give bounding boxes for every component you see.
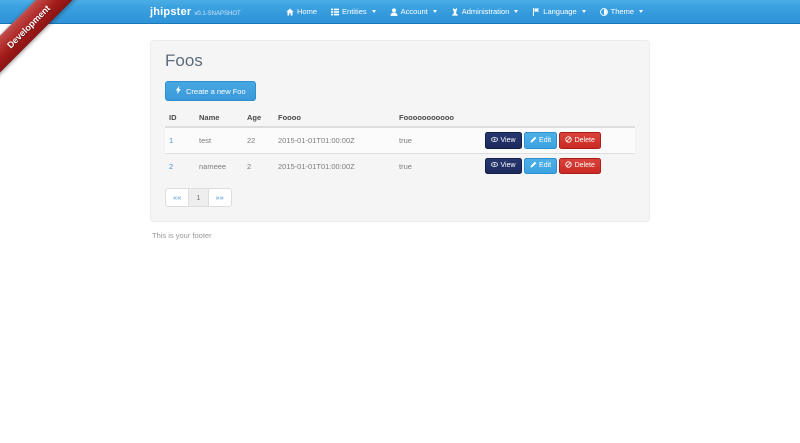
foo-id-link[interactable]: 2 (169, 162, 173, 171)
main-nav: Home Entities Account Adminis (279, 0, 650, 23)
brand-link[interactable]: jhipster v0.1-SNAPSHOT (150, 6, 241, 18)
ban-icon (565, 136, 572, 146)
nav-item-account[interactable]: Account (383, 0, 444, 23)
foos-panel: Foos Create a new Foo ID Name Age Foooo … (150, 40, 650, 222)
header-name: Name (195, 110, 243, 127)
flag-icon (532, 8, 540, 16)
nav-item-label: Administration (462, 7, 510, 16)
view-button[interactable]: View (485, 158, 522, 175)
cell-foooo: 2015-01-01T01:00:00Z (274, 127, 395, 153)
delete-button[interactable]: Delete (559, 132, 601, 149)
brand-version: v0.1-SNAPSHOT (194, 11, 240, 17)
foo-id-link[interactable]: 1 (169, 136, 173, 145)
edit-label: Edit (539, 137, 551, 145)
delete-button[interactable]: Delete (559, 158, 601, 175)
table-row: 2 nameee 2 2015-01-01T01:00:00Z true Vie… (165, 153, 635, 178)
caret-down-icon (514, 10, 518, 13)
delete-label: Delete (575, 162, 595, 170)
caret-down-icon (639, 10, 643, 13)
user-icon (390, 8, 398, 16)
nav-item-theme[interactable]: Theme (593, 0, 650, 23)
view-label: View (501, 162, 516, 170)
header-id: ID (165, 110, 195, 127)
nav-item-label: Account (401, 7, 428, 16)
header-foooo: Foooo (274, 110, 395, 127)
main-container: Foos Create a new Foo ID Name Age Foooo … (150, 40, 650, 240)
nav-item-administration[interactable]: Administration (444, 0, 526, 23)
flash-icon (175, 86, 182, 96)
tower-icon (451, 8, 459, 16)
cell-age: 22 (243, 127, 274, 153)
cell-age: 2 (243, 153, 274, 178)
header-actions (481, 110, 635, 127)
pagination: «« 1 »» (165, 188, 232, 207)
edit-button[interactable]: Edit (524, 132, 558, 149)
edit-button[interactable]: Edit (524, 158, 558, 175)
nav-item-label: Home (297, 7, 317, 16)
foos-table: ID Name Age Foooo Fooooooooooo 1 test 22… (165, 110, 635, 178)
cell-name: test (195, 127, 243, 153)
eye-icon (491, 161, 498, 171)
adjust-icon (600, 8, 608, 16)
navbar-container: jhipster v0.1-SNAPSHOT Home Entities (150, 0, 650, 23)
pagination-page-1[interactable]: 1 (188, 188, 208, 207)
caret-down-icon (433, 10, 437, 13)
nav-item-home[interactable]: Home (279, 0, 324, 23)
table-row: 1 test 22 2015-01-01T01:00:00Z true View… (165, 127, 635, 153)
pagination-first-button[interactable]: «« (165, 188, 189, 207)
caret-down-icon (582, 10, 586, 13)
create-foo-button[interactable]: Create a new Foo (165, 81, 256, 101)
nav-item-label: Language (543, 7, 576, 16)
table-header-row: ID Name Age Foooo Fooooooooooo (165, 110, 635, 127)
cell-actions: View Edit Delete (481, 127, 635, 153)
cell-fooooooooooo: true (395, 127, 481, 153)
cell-fooooooooooo: true (395, 153, 481, 178)
eye-icon (491, 136, 498, 146)
footer-text: This is your footer (152, 231, 650, 240)
nav-item-label: Theme (611, 7, 634, 16)
pencil-icon (530, 136, 537, 146)
delete-label: Delete (575, 137, 595, 145)
cell-name: nameee (195, 153, 243, 178)
header-age: Age (243, 110, 274, 127)
pagination-last-button[interactable]: »» (208, 188, 232, 207)
cell-foooo: 2015-01-01T01:00:00Z (274, 153, 395, 178)
brand-name: jhipster (150, 6, 191, 18)
top-navbar: jhipster v0.1-SNAPSHOT Home Entities (0, 0, 800, 24)
cell-actions: View Edit Delete (481, 153, 635, 178)
pencil-icon (530, 161, 537, 171)
view-button[interactable]: View (485, 132, 522, 149)
home-icon (286, 8, 294, 16)
ban-icon (565, 161, 572, 171)
nav-item-label: Entities (342, 7, 367, 16)
edit-label: Edit (539, 162, 551, 170)
view-label: View (501, 137, 516, 145)
caret-down-icon (372, 10, 376, 13)
create-foo-label: Create a new Foo (186, 87, 246, 96)
nav-item-entities[interactable]: Entities (324, 0, 383, 23)
page-title: Foos (165, 51, 635, 71)
header-fooooooooooo: Fooooooooooo (395, 110, 481, 127)
list-icon (331, 8, 339, 16)
nav-item-language[interactable]: Language (525, 0, 592, 23)
